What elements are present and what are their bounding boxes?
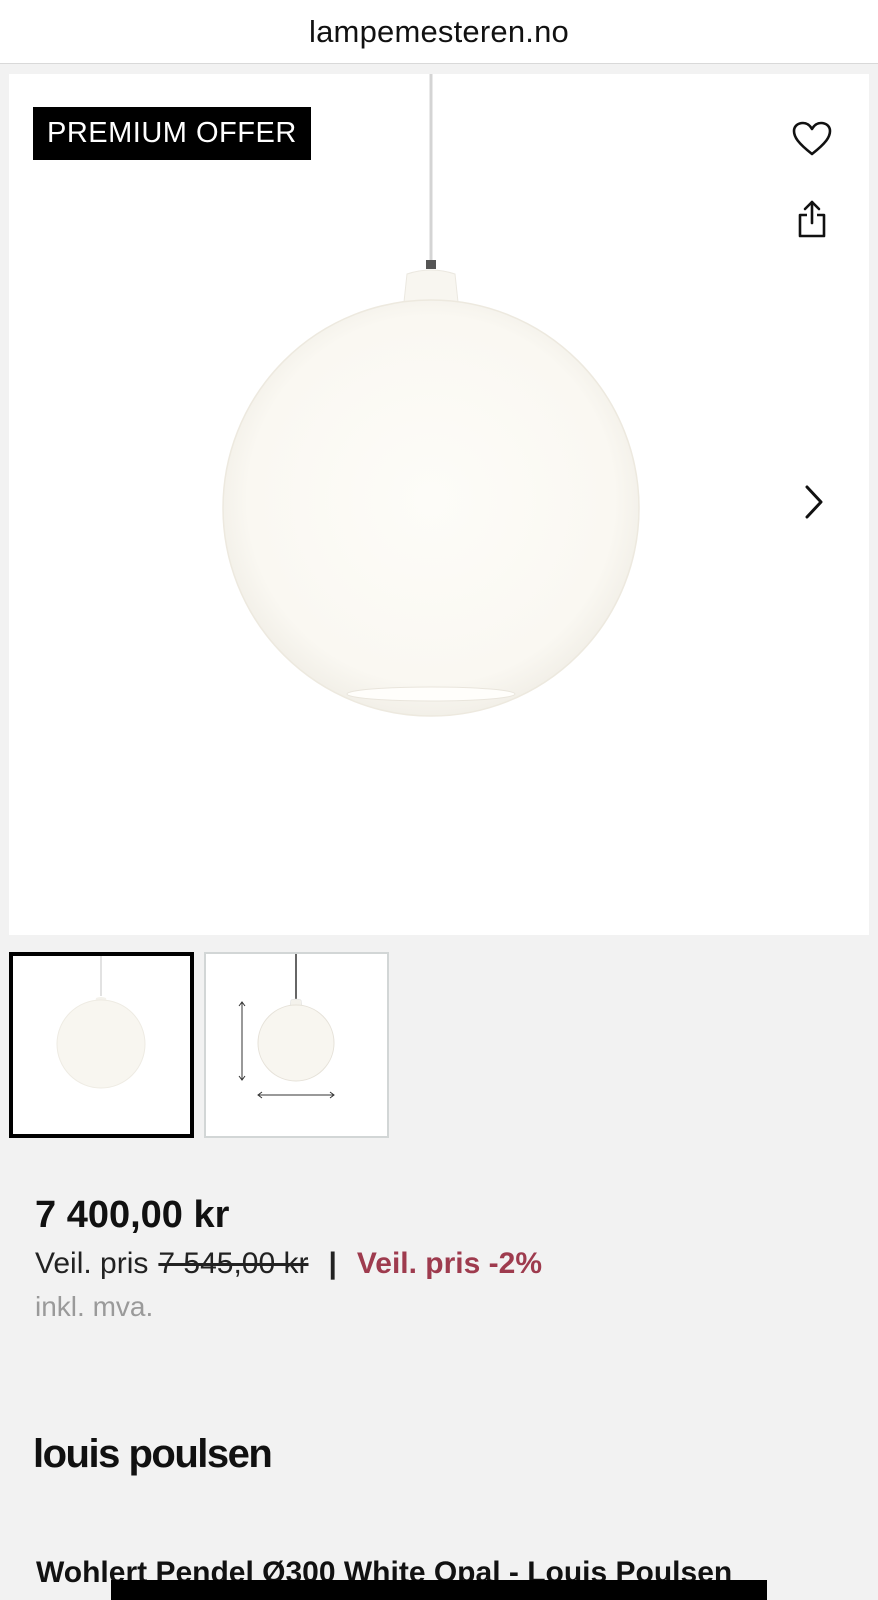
price-block: 7 400,00 kr Veil. pris 7 545,00 kr | Vei…: [35, 1194, 542, 1323]
product-image-gallery[interactable]: PREMIUM OFFER: [9, 74, 869, 935]
recommended-price-line: Veil. pris 7 545,00 kr | Veil. pris -2%: [35, 1247, 542, 1281]
thumbnail-strip: [9, 952, 389, 1138]
discount-label: Veil. pris -2%: [356, 1247, 542, 1280]
heart-icon[interactable]: [787, 114, 837, 164]
chevron-right-icon[interactable]: [789, 477, 839, 527]
recommended-price-label: Veil. pris: [35, 1247, 149, 1280]
thumbnail-1[interactable]: [9, 952, 194, 1138]
thumbnail-2[interactable]: [204, 952, 389, 1138]
thumbnail-dimension-drawing: [238, 954, 335, 1099]
product-price: 7 400,00 kr: [35, 1194, 230, 1236]
thumbnail-lamp-image: [56, 956, 146, 1089]
product-main-image: [222, 74, 640, 717]
address-bar[interactable]: lampemesteren.no: [0, 0, 878, 64]
price-separator: |: [328, 1247, 337, 1280]
sticky-bottom-bar[interactable]: [111, 1580, 767, 1600]
brand-logo[interactable]: louis poulsen: [33, 1432, 273, 1477]
vat-note: inkl. mva.: [35, 1291, 154, 1322]
premium-offer-badge: PREMIUM OFFER: [33, 107, 311, 160]
share-icon[interactable]: [787, 194, 837, 244]
recommended-price-value: 7 545,00 kr: [158, 1247, 309, 1280]
url-text: lampemesteren.no: [309, 13, 569, 49]
